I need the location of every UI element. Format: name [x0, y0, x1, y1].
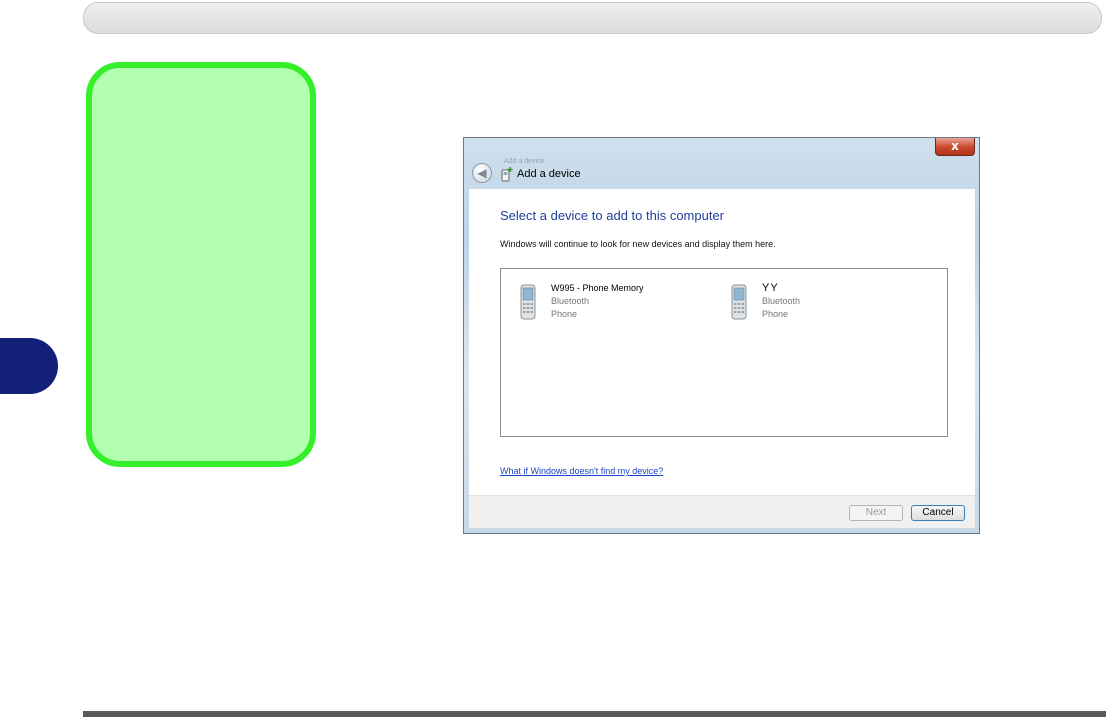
device-name: YY — [762, 282, 779, 294]
page-header-bar — [83, 2, 1102, 34]
next-button[interactable]: Next — [849, 505, 903, 521]
window-caption: Add a device — [504, 158, 545, 165]
mobile-phone-icon — [520, 284, 536, 320]
dialog-title: Add a device — [517, 168, 581, 180]
help-link[interactable]: What if Windows doesn't find my device? — [500, 466, 663, 476]
device-item-w995[interactable]: W995 - Phone Memory Bluetooth Phone — [519, 282, 709, 324]
device-type: Bluetooth — [762, 296, 801, 306]
note-panel — [86, 62, 316, 467]
dialog-heading: Select a device to add to this computer — [500, 208, 725, 223]
add-device-icon — [501, 167, 513, 182]
device-category: Phone — [551, 309, 578, 319]
device-list: W995 - Phone Memory Bluetooth Phone YY B… — [500, 268, 948, 437]
cancel-button[interactable]: Cancel — [911, 505, 965, 521]
dialog-content: Select a device to add to this computer … — [469, 189, 975, 495]
close-button[interactable]: x — [935, 138, 975, 156]
chapter-tab — [0, 338, 58, 394]
footer-rule — [83, 711, 1106, 717]
device-name: W995 - Phone Memory — [551, 283, 644, 293]
back-button[interactable]: ◀ — [472, 163, 492, 183]
add-device-dialog: x Add a device ◀ Add a device Select a d… — [463, 137, 980, 534]
device-type: Bluetooth — [551, 296, 590, 306]
mobile-phone-icon — [731, 284, 747, 320]
device-item-yy[interactable]: YY Bluetooth Phone — [730, 282, 920, 324]
dialog-info-text: Windows will continue to look for new de… — [500, 239, 776, 249]
device-category: Phone — [762, 309, 789, 319]
dialog-footer: Next Cancel — [469, 495, 975, 528]
